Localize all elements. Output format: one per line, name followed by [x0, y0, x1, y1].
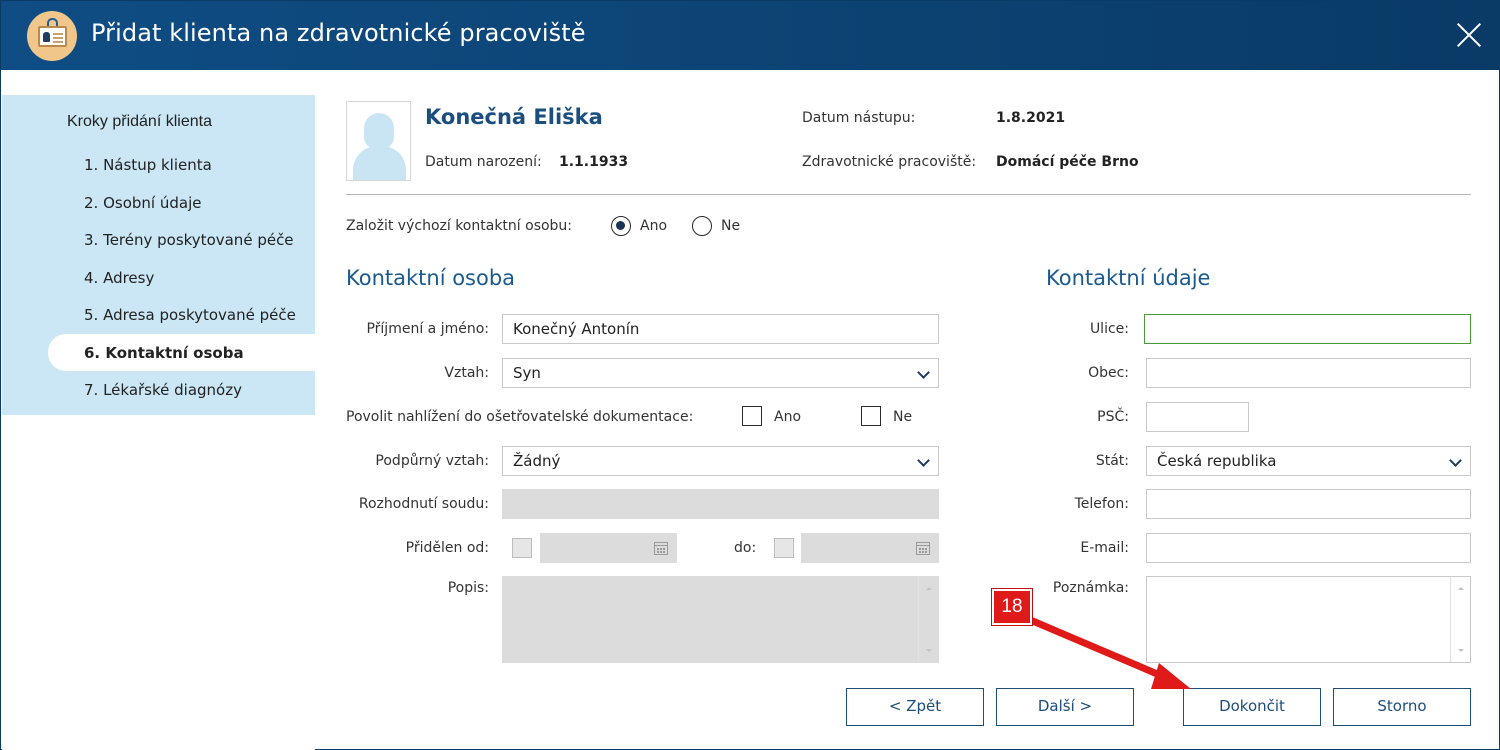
step-item-3[interactable]: 3. Terény poskytované péče — [84, 231, 294, 249]
textarea-scrollbar[interactable] — [1450, 577, 1470, 662]
default-contact-no-label: Ne — [721, 218, 741, 234]
name-label: Příjmení a jméno: — [366, 321, 489, 337]
calendar-icon — [916, 542, 930, 555]
default-contact-label: Založit výchozí kontaktní osobu: — [346, 218, 573, 234]
step-item-4[interactable]: 4. Adresy — [84, 269, 154, 287]
chevron-down-icon — [917, 366, 930, 379]
scroll-down-icon — [1458, 649, 1464, 652]
email-input[interactable] — [1146, 533, 1471, 563]
email-label: E-mail: — [1080, 540, 1129, 556]
scroll-down-icon — [926, 649, 932, 652]
street-label: Ulice: — [1089, 321, 1129, 337]
scroll-up-icon — [1458, 587, 1464, 590]
relation-label: Vztah: — [444, 365, 489, 381]
cancel-button[interactable]: Storno — [1333, 688, 1471, 726]
step-item-7[interactable]: 7. Lékařské diagnózy — [84, 381, 242, 399]
zip-label: PSČ: — [1097, 409, 1129, 425]
access-no-checkbox[interactable] — [861, 406, 881, 426]
access-yes-checkbox[interactable] — [742, 406, 762, 426]
court-label: Rozhodnutí soudu: — [358, 496, 489, 512]
workplace-value: Domácí péče Brno — [996, 154, 1139, 170]
country-label: Stát: — [1095, 453, 1129, 469]
support-label: Podpůrný vztah: — [375, 453, 489, 469]
contact-person-title: Kontaktní osoba — [346, 266, 516, 290]
next-button[interactable]: Další > — [996, 688, 1134, 726]
country-value: Česká republika — [1157, 452, 1277, 470]
close-icon[interactable] — [1455, 21, 1483, 49]
birth-date-value: 1.1.1933 — [559, 154, 629, 170]
support-value: Žádný — [513, 452, 561, 470]
step-item-5[interactable]: 5. Adresa poskytované péče — [84, 306, 296, 324]
header-divider — [346, 194, 1471, 195]
phone-label: Telefon: — [1074, 496, 1129, 512]
title-bar: Přidat klienta na zdravotnické pracovišt… — [1, 1, 1500, 70]
start-date-label: Datum nástupu: — [802, 110, 916, 126]
zip-input[interactable] — [1146, 402, 1249, 432]
finish-button[interactable]: Dokončit — [1183, 688, 1321, 726]
assigned-to-date — [801, 533, 939, 563]
access-no-label: Ne — [893, 409, 913, 425]
scroll-up-icon — [926, 587, 932, 590]
assigned-to-checkbox — [774, 538, 794, 558]
assigned-from-label: Přidělen od: — [405, 540, 489, 556]
chevron-down-icon — [1449, 454, 1462, 467]
textarea-scrollbar — [918, 577, 938, 662]
city-input[interactable] — [1146, 358, 1471, 388]
step-item-1[interactable]: 1. Nástup klienta — [84, 156, 212, 174]
steps-sidebar: Kroky přidání klienta 1. Nástup klienta … — [2, 70, 315, 750]
assigned-from-checkbox — [512, 538, 532, 558]
chevron-down-icon — [917, 454, 930, 467]
relation-value: Syn — [513, 364, 541, 382]
step-item-6[interactable]: 6. Kontaktní osoba — [84, 344, 244, 362]
street-input[interactable] — [1144, 314, 1471, 344]
city-label: Obec: — [1088, 365, 1129, 381]
steps-heading: Kroky přidání klienta — [67, 113, 212, 130]
step-item-2[interactable]: 2. Osobní údaje — [84, 194, 201, 212]
access-yes-label: Ano — [774, 409, 802, 425]
note-textarea[interactable] — [1146, 576, 1471, 663]
support-select[interactable]: Žádný — [502, 446, 939, 476]
workplace-label: Zdravotnické pracoviště: — [802, 154, 977, 170]
assigned-to-label: do: — [734, 540, 757, 556]
annotation-badge: 18 — [992, 589, 1032, 625]
calendar-icon — [654, 542, 668, 555]
default-contact-no-radio[interactable] — [692, 216, 712, 236]
default-contact-yes-radio[interactable] — [611, 216, 631, 236]
court-input — [502, 489, 939, 519]
default-contact-yes-label: Ano — [640, 218, 668, 234]
description-label: Popis: — [447, 580, 489, 596]
description-textarea — [502, 576, 939, 663]
assigned-from-date — [540, 533, 677, 563]
window-title: Přidat klienta na zdravotnické pracovišt… — [91, 19, 586, 47]
phone-input[interactable] — [1146, 489, 1471, 519]
client-name: Konečná Eliška — [425, 105, 603, 129]
back-button[interactable]: < Zpět — [846, 688, 984, 726]
avatar — [346, 101, 411, 181]
relation-select[interactable]: Syn — [502, 358, 939, 388]
name-input[interactable]: Konečný Antonín — [502, 314, 939, 344]
access-label: Povolit nahlížení do ošetřovatelské doku… — [346, 409, 694, 425]
start-date-value: 1.8.2021 — [996, 110, 1066, 126]
country-select[interactable]: Česká republika — [1146, 446, 1471, 476]
client-card-icon — [27, 11, 77, 61]
birth-date-label: Datum narození: — [425, 154, 542, 170]
dialog-window: Přidat klienta na zdravotnické pracovišt… — [0, 0, 1500, 750]
note-label: Poznámka: — [1052, 580, 1129, 596]
contact-details-title: Kontaktní údaje — [1046, 266, 1211, 290]
